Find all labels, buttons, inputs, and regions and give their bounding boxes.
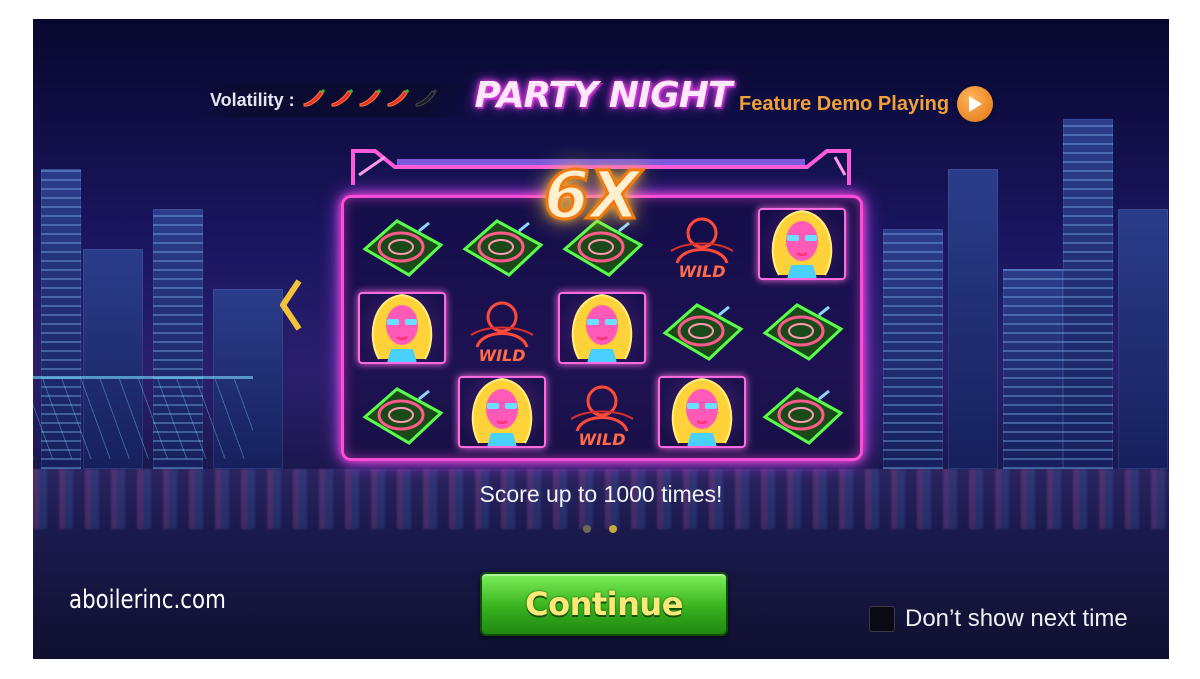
site-watermark: aboilerinc.com bbox=[69, 585, 226, 615]
turntable-symbol bbox=[754, 372, 850, 452]
girl-symbol bbox=[754, 204, 850, 284]
girl-symbol bbox=[354, 288, 450, 368]
girl-symbol bbox=[454, 372, 550, 452]
previous-arrow-icon[interactable] bbox=[277, 277, 303, 333]
turntable-symbol bbox=[754, 288, 850, 368]
girl-symbol bbox=[654, 372, 750, 452]
wild-symbol: WILD bbox=[454, 288, 550, 368]
wild-symbol: WILD bbox=[554, 372, 650, 452]
continue-button[interactable]: Continue bbox=[480, 572, 728, 636]
feature-demo[interactable]: Feature Demo Playing bbox=[739, 86, 994, 122]
turntable-symbol bbox=[654, 288, 750, 368]
wild-symbol: WILD bbox=[654, 204, 750, 284]
volatility-chilis bbox=[301, 87, 441, 114]
feature-caption: Score up to 1000 times! bbox=[479, 481, 723, 507]
volatility-label: Volatility : bbox=[210, 89, 295, 110]
svg-text:WILD: WILD bbox=[578, 430, 625, 449]
turntable-symbol bbox=[354, 204, 450, 284]
multiplier-badge: 6X bbox=[542, 155, 642, 235]
game-screen: Volatility : PARTY NIGHT Feature Demo Pl… bbox=[33, 19, 1169, 659]
pagination-dots bbox=[583, 525, 617, 533]
girl-symbol bbox=[554, 288, 650, 368]
pagination-dot[interactable] bbox=[583, 525, 591, 533]
chili-icon-filled bbox=[303, 88, 325, 107]
continue-label: Continue bbox=[525, 585, 683, 623]
chili-icon-filled bbox=[359, 88, 381, 107]
pagination-dot[interactable] bbox=[609, 525, 617, 533]
chili-icon-filled bbox=[387, 88, 409, 107]
dont-show-option[interactable]: Don’t show next time bbox=[869, 605, 1128, 633]
svg-text:WILD: WILD bbox=[678, 262, 725, 281]
feature-demo-label: Feature Demo Playing bbox=[739, 92, 950, 115]
play-icon[interactable] bbox=[957, 86, 994, 122]
turntable-symbol bbox=[354, 372, 450, 452]
bridge bbox=[33, 376, 253, 459]
svg-text:WILD: WILD bbox=[478, 346, 525, 365]
chili-icon-filled bbox=[331, 88, 353, 107]
volatility-indicator: Volatility : bbox=[198, 83, 468, 117]
dont-show-label: Don’t show next time bbox=[905, 605, 1128, 632]
chili-icon-empty bbox=[415, 88, 437, 107]
game-title: PARTY NIGHT bbox=[474, 74, 733, 116]
dont-show-checkbox[interactable] bbox=[869, 606, 895, 632]
